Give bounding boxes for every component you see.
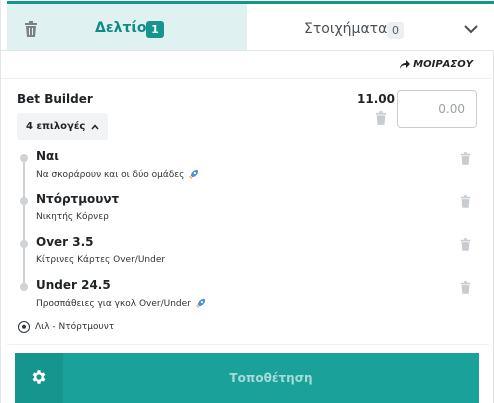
trash-icon[interactable] — [460, 238, 471, 251]
settings-button[interactable] — [15, 353, 63, 403]
selection-leg: Over 3.5 Κίτρινες Κάρτες Over/Under — [1, 235, 494, 283]
match-info: Λιλ - Ντόρτμουντ — [18, 321, 114, 333]
share-label: ΜΟΙΡΑΣΟΥ — [413, 59, 473, 70]
divider — [7, 344, 489, 345]
selection-title: Under 24.5 — [36, 278, 111, 292]
selection-market: Να σκοράρουν και οι δύο ομάδες — [36, 169, 199, 180]
selection-title: Over 3.5 — [36, 235, 94, 249]
my-bets-count-badge: 0 — [387, 22, 404, 39]
share-arrow-icon — [400, 59, 411, 69]
selection-market: Νικητής Κόρνερ — [36, 212, 109, 222]
selection-title: Ναι — [36, 149, 59, 163]
timeline-dot — [20, 154, 28, 162]
tab-my-bets-label: Στοιχήματα — [304, 21, 388, 37]
selection-market-label: Νικητής Κόρνερ — [36, 212, 109, 222]
betslip-tabs: Δελτίο 1 Στοιχήματα 0 — [1, 0, 494, 51]
match-name: Λιλ - Ντόρτμουντ — [35, 322, 115, 332]
selection-title: Ντόρτμουντ — [36, 192, 120, 206]
total-odds: 11.00 — [357, 92, 395, 106]
tab-my-bets[interactable]: Στοιχήματα 0 — [247, 1, 494, 50]
selection-leg: Under 24.5 Προσπάθειες για γκολ Over/Und… — [1, 278, 494, 326]
chevron-up-icon — [91, 123, 99, 129]
selection-market-label: Να σκοράρουν και οι δύο ομάδες — [36, 169, 185, 180]
betslip-panel: Δελτίο 1 Στοιχήματα 0 ΜΟΙΡΑΣΟΥ Bet Build… — [0, 0, 494, 403]
stake-input[interactable] — [397, 90, 477, 128]
selection-market: Προσπάθειες για γκολ Over/Under — [36, 298, 206, 309]
share-button[interactable]: ΜΟΙΡΑΣΟΥ — [399, 59, 473, 70]
trash-icon[interactable] — [460, 195, 471, 208]
rocket-icon — [189, 169, 199, 180]
selection-market-label: Προσπάθειες για γκολ Over/Under — [36, 298, 191, 309]
football-icon — [18, 321, 30, 333]
share-row: ΜΟΙΡΑΣΟΥ — [1, 51, 494, 79]
tab-betslip[interactable]: Δελτίο 1 — [7, 1, 247, 50]
gear-icon — [32, 370, 46, 384]
trash-icon[interactable] — [24, 21, 38, 37]
selection-market-label: Κίτρινες Κάρτες Over/Under — [36, 255, 166, 265]
trash-icon[interactable] — [460, 152, 471, 165]
remove-bet-trash-icon[interactable] — [375, 111, 387, 125]
chevron-down-icon[interactable] — [464, 24, 478, 34]
selection-leg: Ντόρτμουντ Νικητής Κόρνερ — [1, 192, 494, 240]
tab-betslip-label: Δελτίο — [95, 20, 147, 36]
trash-icon[interactable] — [460, 281, 471, 294]
selection-leg: Ναι Να σκοράρουν και οι δύο ομάδες — [1, 149, 494, 197]
timeline-dot — [20, 197, 28, 205]
selection-market: Κίτρινες Κάρτες Over/Under — [36, 255, 165, 265]
selections-count-label: 4 επιλογές — [26, 121, 86, 132]
timeline-dot — [20, 283, 28, 291]
bet-builder-title: Bet Builder — [17, 92, 93, 106]
place-bet-button[interactable]: Τοποθέτηση — [63, 353, 479, 403]
timeline-dot — [20, 240, 28, 248]
selections-toggle[interactable]: 4 επιλογές — [17, 113, 109, 140]
betslip-count-badge: 1 — [146, 21, 164, 38]
rocket-icon — [195, 298, 205, 309]
